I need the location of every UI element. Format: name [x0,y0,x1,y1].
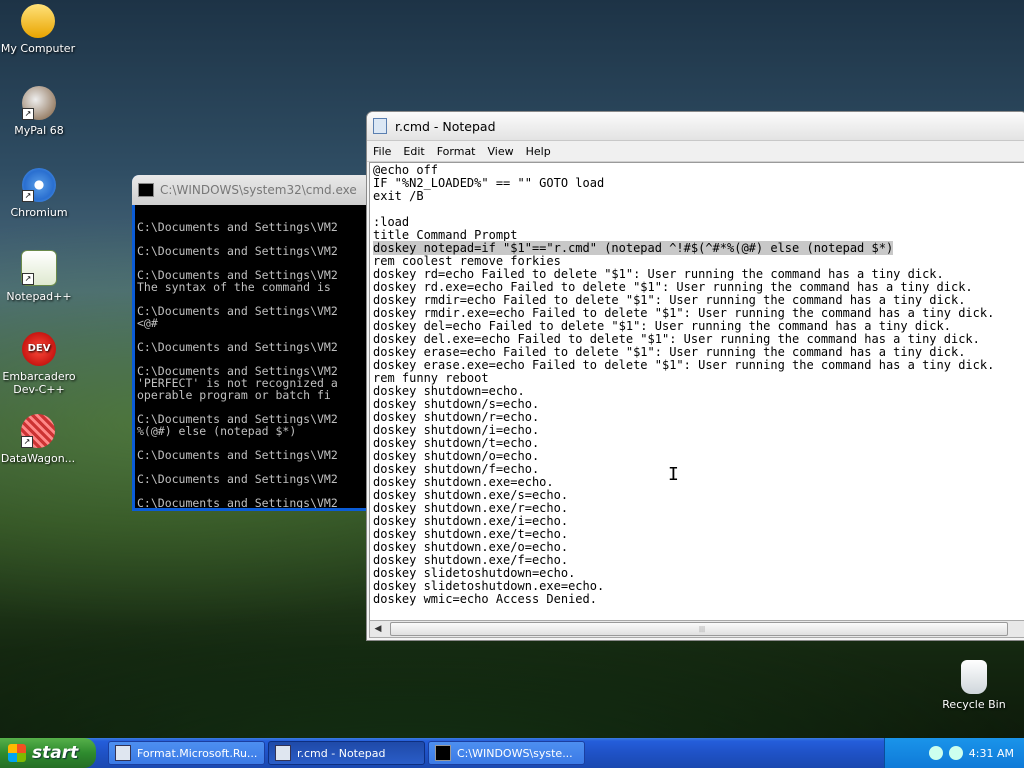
shortcut-arrow-icon: ↗ [21,436,33,448]
notepad-line: IF "%N2_LOADED%" == "" GOTO load [373,176,605,190]
mypal-browser-icon: ↗ [22,86,56,120]
cmd-line: C:\Documents and Settings\VM2 [137,340,338,354]
notepad-window[interactable]: r.cmd - Notepad File Edit Format View He… [366,111,1024,641]
desktop-icon-label: MyPal 68 [14,124,64,137]
cmd-line: C:\Documents and Settings\VM2 [137,472,338,486]
notepad-line: exit /B [373,189,424,203]
taskbar-button-label: Format.Microsoft.Ru... [137,746,258,760]
cmd-title-bar[interactable]: C:\WINDOWS\system32\cmd.exe [132,175,372,205]
clock[interactable]: 4:31 AM [969,747,1014,760]
desktop-icon-label: Embarcadero Dev-C++ [2,370,76,396]
taskbar-button-label: r.cmd - Notepad [297,746,386,760]
cmd-title: C:\WINDOWS\system32\cmd.exe [160,183,357,197]
notepad-icon [275,745,291,761]
cmd-line: C:\Documents and Settings\VM2 [137,304,338,318]
cmd-line: operable program or batch fi [137,388,331,402]
taskbar-button-notepad[interactable]: r.cmd - Notepad [268,741,425,765]
start-button[interactable]: start [0,738,96,768]
windows-flag-icon [8,744,26,762]
cmd-console[interactable]: C:\Documents and Settings\VM2 C:\Documen… [135,205,372,508]
notepad-line: doskey wmic=echo Access Denied. [373,592,597,606]
scroll-left-icon[interactable]: ◀ [370,621,386,637]
taskbar: start Format.Microsoft.Ru... r.cmd - Not… [0,738,1024,768]
horizontal-scrollbar[interactable]: ◀ ||| [369,620,1024,638]
notepad-line [373,203,1023,216]
network-icon[interactable] [928,746,943,760]
grip-icon: ||| [699,626,706,633]
shortcut-arrow-icon: ↗ [22,273,34,285]
notepad-menu-bar: File Edit Format View Help [367,141,1024,162]
shortcut-arrow-icon: ↗ [22,108,34,120]
cmd-window[interactable]: C:\WINDOWS\system32\cmd.exe C:\Documents… [132,175,372,511]
system-tray: 4:31 AM [884,738,1024,768]
menu-edit[interactable]: Edit [397,145,430,158]
desktop-icon-my-computer[interactable]: My Computer [0,4,78,55]
desktop-icon-datawagon[interactable]: ↗ DataWagon... [0,414,78,465]
desktop-icon-chromium[interactable]: ↗ Chromium [0,168,79,219]
cmd-line: C:\Documents and Settings\VM2 [137,448,338,462]
cmd-line: The syntax of the command is [137,280,331,294]
datawagon-icon: ↗ [21,414,55,448]
taskbar-button-label: C:\WINDOWS\syste... [457,746,573,760]
desktop-icon-devcpp[interactable]: DEV Embarcadero Dev-C++ [0,332,79,396]
notepad-text-area[interactable]: @echo off IF "%N2_LOADED%" == "" GOTO loa… [369,162,1024,622]
notepad-title-bar[interactable]: r.cmd - Notepad [367,112,1024,141]
window-icon [115,745,131,761]
menu-help[interactable]: Help [520,145,557,158]
menu-file[interactable]: File [367,145,397,158]
taskbar-button-format[interactable]: Format.Microsoft.Ru... [108,741,265,765]
recycle-bin-icon [961,660,987,694]
taskbar-button-cmd[interactable]: C:\WINDOWS\syste... [428,741,585,765]
menu-view[interactable]: View [482,145,520,158]
shortcut-arrow-icon: ↗ [22,190,34,202]
desktop-icon-label: Notepad++ [6,290,72,303]
volume-icon[interactable] [948,746,963,760]
scrollbar-thumb[interactable]: ||| [390,622,1008,636]
desktop-icon-label: My Computer [0,42,76,55]
selected-text: doskey notepad=if "$1"=="r.cmd" (notepad… [373,241,894,255]
cmd-line: C:\Documents and Settings\VM2 [137,244,338,258]
start-label: start [32,743,79,763]
cmd-icon [138,183,154,197]
notepad-title: r.cmd - Notepad [395,118,496,134]
cmd-line: C:\Documents and Settings\VM2 [137,220,338,234]
cmd-line: <@# [137,316,158,330]
desktop-icon-recycle-bin[interactable]: Recycle Bin [934,660,1014,711]
chromium-icon: ↗ [22,168,56,202]
notepadpp-icon: ↗ [21,250,57,286]
cmd-icon [435,745,451,761]
desktop-icon-label: Chromium [10,206,68,219]
text-cursor-icon: I [668,464,679,485]
cmd-line: C:\Documents and Settings\VM2 [137,496,338,508]
devcpp-icon: DEV [22,332,56,366]
menu-format[interactable]: Format [431,145,482,158]
desktop-icon-label: DataWagon... [0,452,76,465]
desktop-icon-mypal[interactable]: ↗ MyPal 68 [0,86,79,137]
cmd-line: %(@#) else (notepad $*) [137,424,297,438]
my-computer-icon [21,4,55,38]
desktop-icon-label: Recycle Bin [942,698,1006,711]
desktop-icon-notepadpp[interactable]: ↗ Notepad++ [0,250,79,303]
notepad-icon [373,118,387,134]
